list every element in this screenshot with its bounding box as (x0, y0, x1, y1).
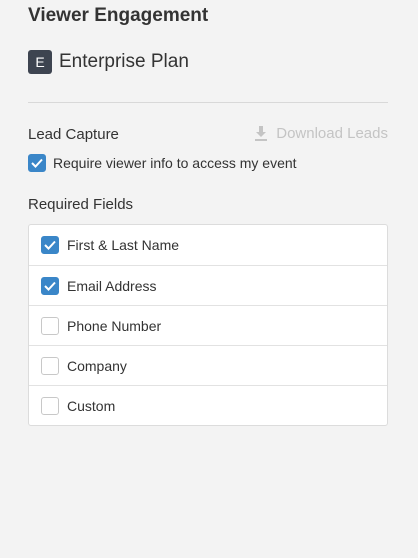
required-field-first-last-name[interactable]: First & Last Name (29, 225, 387, 265)
require-viewer-info-checkbox[interactable] (28, 154, 46, 172)
require-viewer-info-label: Require viewer info to access my event (53, 155, 297, 171)
required-fields-label: Required Fields (28, 196, 134, 213)
email-address-checkbox[interactable] (41, 276, 59, 295)
required-field-label: First & Last Name (67, 237, 180, 253)
required-field-label: Company (67, 357, 127, 374)
required-field-company[interactable]: Company (29, 345, 387, 385)
custom-checkbox[interactable] (41, 396, 59, 415)
plan-name: Enterprise Plan (59, 51, 189, 72)
divider (28, 102, 388, 103)
page-title: Viewer Engagement (28, 5, 209, 26)
phone-number-checkbox[interactable] (41, 316, 59, 335)
company-checkbox[interactable] (41, 356, 59, 375)
viewer-engagement-panel: Viewer Engagement E Enterprise Plan Lead… (0, 0, 418, 558)
required-fields-list: First & Last Name Email Address Phone Nu… (28, 224, 388, 426)
download-leads-label: Download Leads (276, 125, 388, 142)
plan-badge: E (28, 50, 52, 74)
download-icon (255, 126, 268, 141)
checkmark-icon (31, 158, 43, 168)
lead-capture-label: Lead Capture (28, 126, 119, 143)
required-field-custom[interactable]: Custom (29, 385, 387, 425)
checkmark-icon (44, 281, 56, 291)
checkmark-icon (44, 240, 56, 250)
required-field-phone-number[interactable]: Phone Number (29, 305, 387, 345)
plan-indicator: E Enterprise Plan (28, 50, 189, 74)
required-field-label: Email Address (67, 277, 157, 294)
required-field-email-address[interactable]: Email Address (29, 265, 387, 305)
first-last-name-checkbox[interactable] (41, 236, 59, 254)
download-leads-button[interactable]: Download Leads (254, 125, 388, 142)
required-field-label: Custom (67, 397, 116, 414)
required-field-label: Phone Number (67, 317, 162, 334)
require-viewer-info-row[interactable]: Require viewer info to access my event (28, 154, 297, 172)
